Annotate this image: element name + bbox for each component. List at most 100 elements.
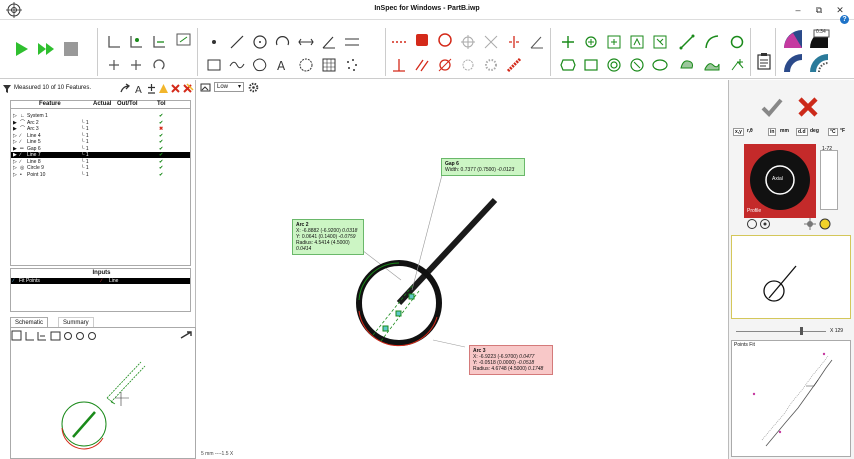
rectangle-tool-icon[interactable]	[205, 56, 223, 74]
stop-icon[interactable]	[62, 40, 80, 58]
zoom-slider-thumb[interactable]	[800, 327, 803, 335]
table-row[interactable]: ▷ ◎ Circle 9 └ 1 ✔	[11, 165, 190, 171]
fit-circle-icon[interactable]	[728, 33, 746, 51]
expander[interactable]: ▷	[13, 165, 17, 171]
minimize-button[interactable]: –	[791, 3, 805, 17]
unit-celsius[interactable]: °C	[828, 128, 838, 136]
circle-plus-icon[interactable]	[582, 33, 600, 51]
table-row[interactable]: ▷ • Point 10 └ 1 ✔	[11, 172, 190, 178]
profile-fit-icon[interactable]	[703, 56, 721, 74]
reject-x-icon[interactable]	[796, 95, 820, 119]
table-row[interactable]: ▷ ∟ System 1 ✔	[11, 113, 190, 119]
ellipse-fit-icon[interactable]	[651, 56, 669, 74]
plus-icon[interactable]	[559, 33, 577, 51]
angle-red-icon[interactable]	[528, 33, 546, 51]
arc3-callout[interactable]: Arc 3 X: -6.9223 (-6.9700) 0.0477 Y: -0.…	[469, 345, 553, 375]
outtol-header[interactable]: Out/Tol	[117, 101, 138, 107]
delete-all-icon[interactable]	[182, 83, 194, 94]
gap-tool-icon[interactable]	[343, 33, 361, 51]
unit-deg[interactable]: deg	[810, 128, 819, 134]
gauge-chart-icon[interactable]	[808, 52, 830, 74]
expander[interactable]: ▷	[13, 159, 17, 165]
expander[interactable]: ▷	[13, 133, 17, 139]
axis-system-icon[interactable]	[105, 33, 123, 51]
blob-tool-icon[interactable]	[251, 56, 269, 74]
tangent-circle-icon[interactable]	[436, 56, 454, 74]
feature-header[interactable]: Feature	[39, 101, 61, 107]
range-slider[interactable]	[820, 150, 838, 210]
curve-tool-icon[interactable]	[228, 56, 246, 74]
line-tool-icon[interactable]	[228, 33, 246, 51]
text-label-icon[interactable]: A	[134, 83, 145, 94]
accept-check-icon[interactable]	[760, 95, 784, 119]
expander[interactable]: ▶	[13, 120, 17, 126]
box-add-icon[interactable]	[605, 33, 623, 51]
chevron-down-icon[interactable]: ▾	[238, 83, 241, 90]
expander[interactable]: ▶	[13, 146, 17, 152]
arc-chart-icon[interactable]	[782, 52, 804, 74]
gear-icon[interactable]	[248, 82, 259, 93]
midline-icon[interactable]	[505, 33, 523, 51]
chain-icon[interactable]	[505, 56, 523, 74]
image-align-icon[interactable]	[175, 31, 193, 49]
inputs-row[interactable]: ∕ Fit Points ∕ Line	[11, 278, 190, 284]
shape-fit-icon[interactable]	[678, 56, 696, 74]
table-row[interactable]: ▶ ═ Gap 6 └ 1 ✔	[11, 146, 190, 152]
unit-rtheta[interactable]: r,θ	[747, 128, 753, 134]
circle-combo-icon[interactable]	[436, 31, 454, 49]
circle-tool-icon[interactable]	[251, 33, 269, 51]
grid-tool-icon[interactable]	[320, 56, 338, 74]
target-gray-icon[interactable]	[459, 33, 477, 51]
polygon-fit-icon[interactable]	[559, 56, 577, 74]
region-tool-icon[interactable]	[297, 56, 315, 74]
unit-fahrenheit[interactable]: °F	[840, 128, 845, 134]
rotate-icon[interactable]	[150, 56, 168, 74]
parallel-icon[interactable]	[413, 56, 431, 74]
align-origin-icon[interactable]	[127, 33, 145, 51]
distance-tool-icon[interactable]	[297, 33, 315, 51]
table-row[interactable]: ▷ ∕ Line 5 └ 1 ✔	[11, 139, 190, 145]
lens-options-icon[interactable]	[746, 218, 774, 230]
fit-arc-icon[interactable]	[703, 33, 721, 51]
circle-slash-icon[interactable]	[628, 56, 646, 74]
expander[interactable]: ▶	[13, 126, 17, 132]
tab-summary[interactable]: Summary	[58, 317, 94, 327]
perpendicular-icon[interactable]	[390, 56, 408, 74]
tab-schematic[interactable]: Schematic	[10, 317, 49, 327]
image-icon[interactable]	[200, 82, 211, 93]
clipboard-icon[interactable]	[755, 52, 773, 70]
arrow-icon[interactable]	[120, 83, 131, 94]
dotted-line-icon[interactable]	[390, 33, 408, 51]
unit-xy[interactable]: x,y	[733, 128, 744, 136]
align-line-icon[interactable]	[150, 33, 168, 51]
warning-icon[interactable]	[158, 83, 169, 94]
arc-tool-icon[interactable]	[274, 33, 292, 51]
points-cloud-icon[interactable]	[343, 56, 361, 74]
rect-fit-icon[interactable]	[582, 56, 600, 74]
expander[interactable]: ▷	[13, 172, 17, 178]
fit-line-icon[interactable]	[678, 33, 696, 51]
funnel-icon[interactable]	[2, 84, 12, 94]
unit-mm[interactable]: mm	[780, 128, 789, 134]
expander[interactable]: ▶	[13, 152, 17, 158]
dashed-circle-icon[interactable]	[459, 56, 477, 74]
points-add-icon[interactable]	[728, 56, 746, 74]
box-corner-icon[interactable]	[651, 33, 669, 51]
cross-gray-icon[interactable]	[482, 33, 500, 51]
ring-fit-icon[interactable]	[605, 56, 623, 74]
tol-header[interactable]: Tol	[157, 101, 166, 107]
actual-header[interactable]: Actual	[93, 101, 111, 107]
table-row[interactable]: ▶ ⌒ Arc 2 └ 1 ✔	[11, 120, 190, 126]
table-row[interactable]: ▷ ∕ Line 4 └ 1 ✔	[11, 133, 190, 139]
gap-callout[interactable]: Gap 6 Width: 0.7377 (0.7500) -0.0123	[441, 158, 525, 176]
box-edge-icon[interactable]	[628, 33, 646, 51]
pie-chart-icon[interactable]	[782, 28, 804, 50]
arc2-callout[interactable]: Arc 2 X: -6.8882 (-6.9200) 0.0318 Y: 0.0…	[292, 219, 364, 255]
multi-tool-icon[interactable]	[413, 31, 431, 49]
delete-icon[interactable]	[170, 83, 181, 94]
fast-forward-icon[interactable]	[37, 40, 55, 58]
point-tool-icon[interactable]	[205, 33, 223, 51]
unit-in[interactable]: in	[768, 128, 777, 136]
table-row[interactable]: ▷ ∕ Line 8 └ 1 ✔	[11, 159, 190, 165]
restore-button[interactable]: ⧉	[812, 3, 826, 17]
